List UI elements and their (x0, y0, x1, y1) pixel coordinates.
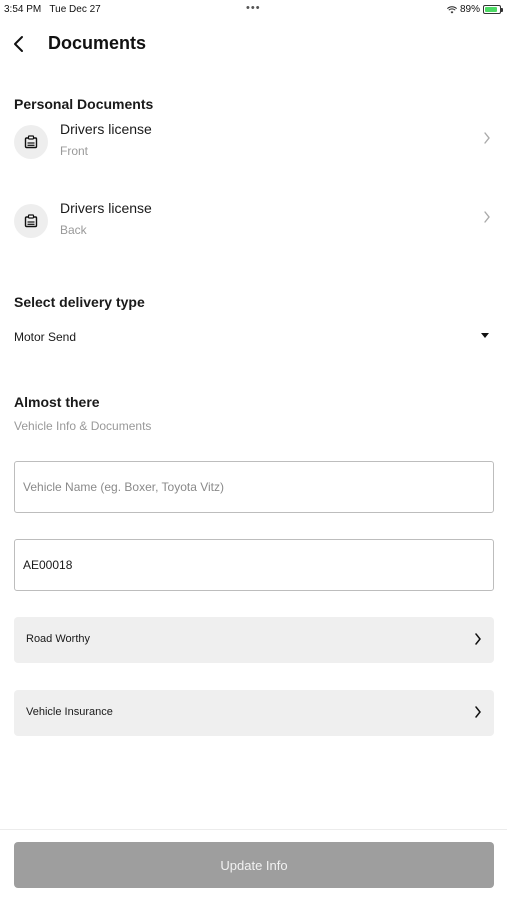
vehicle-insurance-row[interactable]: Vehicle Insurance (14, 690, 494, 736)
status-time: 3:54 PM Tue Dec 27 (4, 4, 101, 15)
delivery-type-heading: Select delivery type (14, 294, 145, 310)
battery-icon (483, 5, 503, 14)
road-worthy-label: Road Worthy (26, 633, 90, 645)
chevron-right-icon (484, 132, 490, 144)
almost-there-heading: Almost there (14, 394, 100, 410)
chevron-right-icon (484, 211, 490, 223)
update-info-button[interactable]: Update Info (14, 842, 494, 888)
chevron-left-icon (14, 36, 23, 52)
back-button[interactable] (8, 32, 28, 56)
chevron-right-icon (475, 633, 481, 645)
caret-down-icon (481, 333, 489, 338)
header: Documents (0, 28, 507, 60)
status-bar: 3:54 PM Tue Dec 27 ••• 89% (0, 0, 507, 20)
wifi-icon (447, 5, 457, 13)
doc-title: Drivers license (60, 121, 152, 137)
delivery-type-value: Motor Send (14, 330, 77, 344)
drivers-license-back-row[interactable]: Drivers license Back (0, 196, 507, 258)
drivers-license-front-row[interactable]: Drivers license Front (0, 117, 507, 179)
vehicle-insurance-label: Vehicle Insurance (26, 706, 113, 718)
chevron-right-icon (475, 706, 481, 718)
status-indicators: 89% (447, 4, 503, 15)
multitasking-dots[interactable]: ••• (246, 2, 261, 14)
road-worthy-row[interactable]: Road Worthy (14, 617, 494, 663)
battery-percent: 89% (459, 4, 480, 15)
vehicle-name-input[interactable] (14, 461, 494, 513)
delivery-type-select[interactable]: Motor Send (0, 326, 507, 348)
doc-subtitle: Front (60, 144, 89, 158)
personal-documents-heading: Personal Documents (14, 96, 154, 112)
vehicle-info-subtitle: Vehicle Info & Documents (14, 419, 152, 433)
vehicle-plate-input[interactable] (14, 539, 494, 591)
page-title: Documents (48, 33, 147, 53)
id-card-icon (14, 204, 48, 238)
doc-subtitle: Back (60, 223, 87, 237)
id-card-icon (14, 125, 48, 159)
footer-divider (0, 829, 507, 830)
doc-title: Drivers license (60, 200, 152, 216)
